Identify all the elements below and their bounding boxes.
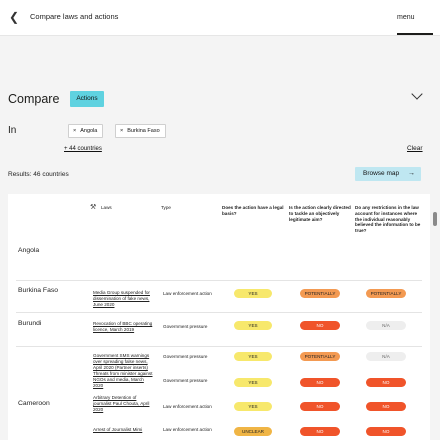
country-cameroon: Cameroon [18, 400, 50, 407]
law-type: Law enforcement action [163, 427, 212, 432]
status-badge: NO [300, 402, 340, 411]
page-title: Compare laws and actions [30, 12, 119, 21]
law-type: Government pressure [163, 324, 208, 329]
header-restrictions: Do any restrictions in the law account f… [355, 205, 421, 234]
top-bar: ❮ Compare laws and actions menu [0, 0, 440, 36]
actions-tag[interactable]: Actions [70, 91, 104, 107]
status-badge: YES [234, 289, 272, 298]
status-badge: N/A [366, 352, 406, 361]
menu-underline [397, 33, 433, 35]
status-badge: YES [234, 352, 272, 361]
scrollbar-thumb[interactable] [433, 212, 437, 226]
chip-burkina-faso[interactable]: × Burkina Faso [115, 124, 166, 138]
law-link[interactable]: Revocation of BBC operating licence, Mar… [93, 321, 155, 333]
law-link[interactable]: Government SMS warnings over spreading f… [93, 353, 155, 370]
chevron-down-icon[interactable] [411, 88, 423, 100]
status-badge: YES [234, 378, 272, 387]
status-badge: UNCLEAR [234, 427, 272, 436]
browse-map-label: Browse map [363, 170, 400, 177]
chip-label: Angola [80, 128, 98, 134]
row-divider [16, 346, 422, 347]
gavel-icon: ⚒ [90, 204, 97, 211]
law-type: Government pressure [163, 378, 208, 383]
header-legal-basis: Does the action have a legal basis? [222, 205, 284, 216]
law-link[interactable]: Arrest of Journalist Mimi [93, 427, 155, 433]
results-table: ⚒ Laws Type Does the action have a legal… [8, 194, 430, 440]
status-badge: NO [366, 402, 406, 411]
status-badge: YES [234, 321, 272, 330]
law-type: Law enforcement action [163, 291, 212, 296]
chevron-left-icon[interactable]: ❮ [9, 10, 21, 24]
close-icon[interactable]: × [120, 128, 123, 134]
results-count: Results: 46 countries [8, 171, 69, 178]
status-badge: NO [300, 427, 340, 436]
status-badge: NO [366, 427, 406, 436]
more-countries-link[interactable]: + 44 countries [64, 146, 102, 152]
header-legitimate-aim: Is the action clearly directed to tackle… [289, 205, 351, 222]
compare-label: Compare [8, 92, 60, 106]
clear-link[interactable]: Clear [407, 145, 423, 152]
country-burundi: Burundi [18, 320, 42, 327]
status-badge: POTENTIALLY [300, 352, 340, 361]
chip-angola[interactable]: × Angola [68, 124, 104, 138]
status-badge: NO [366, 378, 406, 387]
status-badge: POTENTIALLY [300, 289, 340, 298]
country-angola: Angola [18, 247, 40, 254]
row-divider [16, 312, 422, 313]
law-type: Law enforcement action [163, 404, 212, 409]
menu-button[interactable]: menu [397, 14, 415, 21]
arrow-right-icon: → [408, 170, 415, 177]
chip-label: Burkina Faso [127, 128, 160, 134]
country-burkina-faso: Burkina Faso [18, 287, 59, 294]
status-badge: N/A [366, 321, 406, 330]
row-divider [16, 280, 422, 281]
status-badge: YES [234, 402, 272, 411]
status-badge: NO [300, 321, 340, 330]
browse-map-button[interactable]: Browse map → [355, 167, 421, 181]
law-link[interactable]: Media Group suspended for dissemination … [93, 290, 155, 307]
header-laws: Laws [101, 205, 112, 210]
close-icon[interactable]: × [73, 128, 76, 134]
law-link[interactable]: Arbitrary Detention of journalist Paul C… [93, 395, 155, 412]
status-badge: NO [300, 378, 340, 387]
status-badge: POTENTIALLY [366, 289, 406, 298]
law-link[interactable]: Threats from minister against NGOs and m… [93, 371, 155, 388]
header-type: Type [161, 205, 171, 210]
law-type: Government pressure [163, 354, 208, 359]
in-label: In [8, 125, 17, 136]
